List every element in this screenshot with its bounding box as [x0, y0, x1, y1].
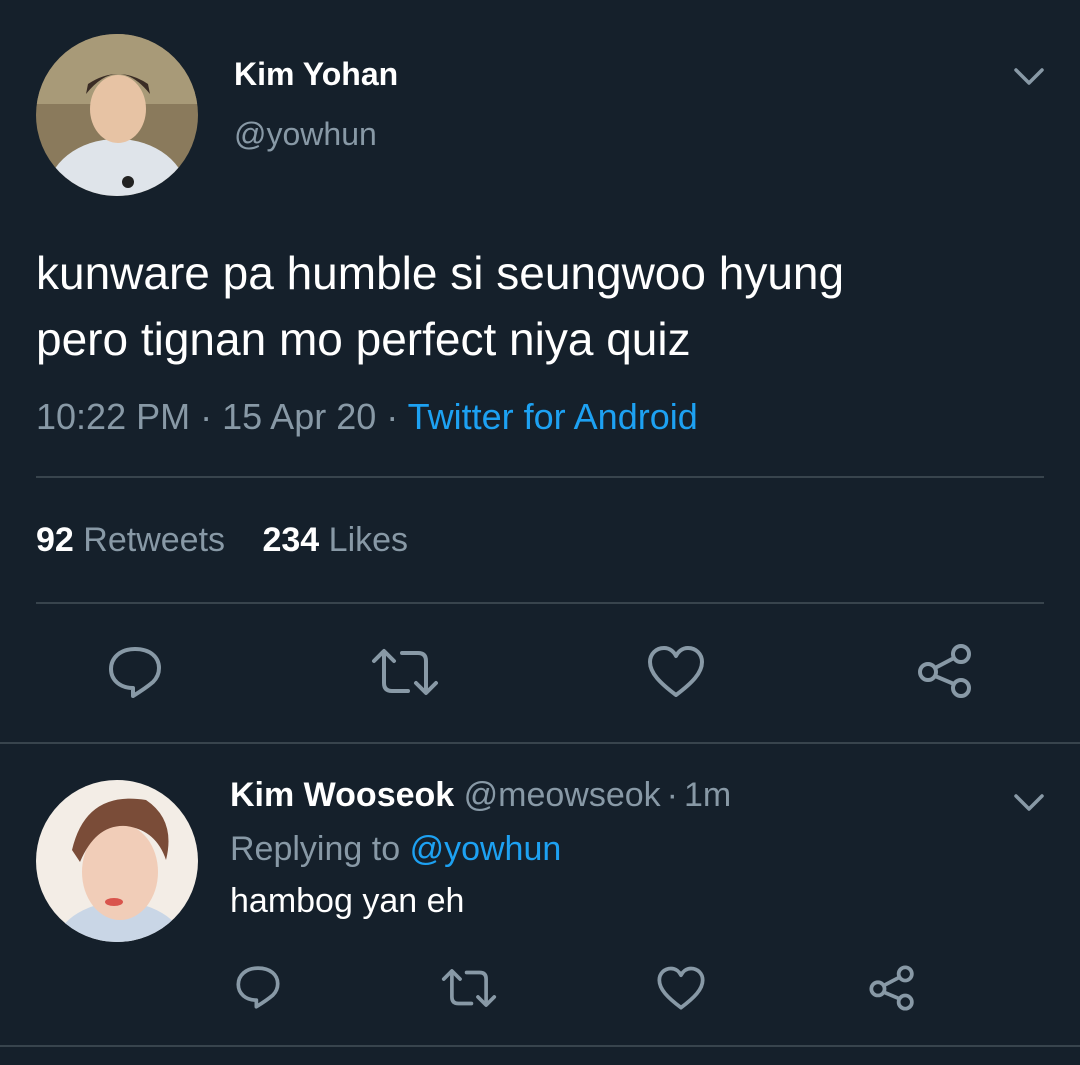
replying-label: Replying to — [230, 830, 401, 868]
divider — [36, 476, 1044, 478]
divider — [0, 742, 1080, 744]
avatar-kim-wooseok[interactable] — [36, 780, 198, 942]
retweet-label: Retweets — [83, 521, 226, 559]
divider — [36, 602, 1044, 604]
engagement-stats: 92 Retweets 234 Likes — [36, 521, 408, 560]
meta-separator: · — [666, 776, 678, 814]
heart-icon[interactable] — [646, 645, 706, 699]
like-count: 234 — [262, 521, 320, 559]
chevron-down-icon[interactable] — [1012, 790, 1046, 814]
meta-separator: · — [200, 396, 213, 437]
reply-author-name[interactable]: Kim Wooseok — [230, 776, 454, 814]
share-icon[interactable] — [916, 642, 974, 700]
meta-separator: · — [386, 396, 399, 437]
likes-stat[interactable]: 234 Likes — [262, 521, 408, 559]
retweet-count: 92 — [36, 521, 74, 559]
reply-icon[interactable] — [234, 964, 282, 1010]
avatar-photo — [36, 780, 198, 942]
replying-to: Replying to @yowhun — [230, 830, 561, 869]
retweet-icon[interactable] — [440, 966, 498, 1010]
tweet-meta: 10:22 PM · 15 Apr 20 · Twitter for Andro… — [36, 396, 698, 438]
reply-time: 1m — [684, 776, 732, 814]
reply-text: hambog yan eh — [230, 882, 465, 920]
tweet-time: 10:22 PM — [36, 396, 191, 437]
author-handle[interactable]: @yowhun — [234, 116, 377, 153]
share-icon[interactable] — [868, 964, 916, 1012]
like-label: Likes — [328, 521, 409, 559]
chevron-down-icon[interactable] — [1012, 64, 1046, 88]
tweet-text-line-1: kunware pa humble si seungwoo hyung — [36, 247, 845, 299]
tweet-date: 15 Apr 20 — [222, 396, 377, 437]
tweet-source-link[interactable]: Twitter for Android — [408, 396, 698, 437]
reply-icon[interactable] — [106, 644, 164, 700]
tweet-text-line-2: pero tignan mo perfect niya quiz — [36, 313, 691, 365]
divider — [0, 1045, 1080, 1047]
avatar-photo — [36, 34, 198, 196]
reply-header: Kim Wooseok @meowseok · 1m — [230, 776, 731, 815]
retweets-stat[interactable]: 92 Retweets — [36, 521, 234, 559]
heart-icon[interactable] — [656, 966, 706, 1011]
retweet-icon[interactable] — [370, 645, 440, 699]
avatar-kim-yohan[interactable] — [36, 34, 198, 196]
author-name[interactable]: Kim Yohan — [234, 56, 398, 93]
reply-author-handle[interactable]: @meowseok — [464, 776, 661, 814]
replying-handle-link[interactable]: @yowhun — [410, 830, 562, 868]
